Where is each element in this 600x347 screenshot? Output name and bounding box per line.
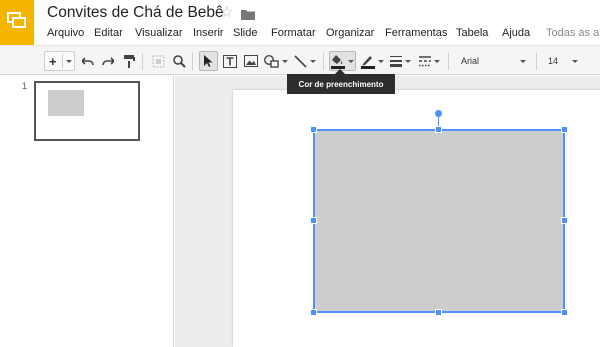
resize-handle-n[interactable] <box>435 126 442 133</box>
toolbar-separator <box>192 53 193 70</box>
slide-number: 1 <box>22 81 28 91</box>
resize-handle-ne[interactable] <box>561 126 568 133</box>
document-title[interactable]: Convites de Chá de Bebê <box>47 4 224 22</box>
slide-filmstrip: 1 <box>0 76 174 347</box>
menu-ferramentas[interactable]: Ferramentas <box>385 27 447 39</box>
line-color-icon[interactable] <box>360 51 384 71</box>
fill-color-tooltip: Cor de preenchimento <box>287 74 395 94</box>
menu-editar[interactable]: Editar <box>94 27 123 39</box>
slides-logo-icon[interactable] <box>0 0 34 45</box>
font-family-select[interactable]: Arial <box>455 51 530 71</box>
thumbnail-shape <box>48 90 84 116</box>
resize-handle-e[interactable] <box>561 217 568 224</box>
line-icon[interactable] <box>292 51 318 71</box>
save-status[interactable]: Todas as al <box>546 27 600 39</box>
font-size-value: 14 <box>548 56 559 66</box>
resize-handle-s[interactable] <box>435 309 442 316</box>
toolbar: + Arial 14 <box>0 45 600 75</box>
undo-icon[interactable] <box>80 51 96 71</box>
select-icon[interactable] <box>150 51 166 71</box>
menu-inserir[interactable]: Inserir <box>193 27 224 39</box>
menu-ajuda[interactable]: Ajuda <box>502 27 530 39</box>
font-family-value: Arial <box>461 56 480 66</box>
menu-visualizar[interactable]: Visualizar <box>135 27 183 39</box>
resize-handle-nw[interactable] <box>310 126 317 133</box>
add-label: + <box>49 53 57 69</box>
menu-slide[interactable]: Slide <box>233 27 257 39</box>
folder-icon[interactable] <box>241 7 255 25</box>
toolbar-separator <box>323 53 324 70</box>
resize-handle-se[interactable] <box>561 309 568 316</box>
slide-thumbnail[interactable] <box>34 81 140 141</box>
zoom-icon[interactable] <box>171 51 187 71</box>
line-weight-icon[interactable] <box>388 51 412 71</box>
selected-rectangle-shape[interactable] <box>313 129 565 313</box>
redo-icon[interactable] <box>100 51 116 71</box>
image-icon[interactable] <box>242 51 259 71</box>
shape-icon[interactable] <box>263 51 288 71</box>
fill-color-icon[interactable] <box>329 51 356 71</box>
star-icon[interactable]: ☆ <box>220 3 233 21</box>
menu-organizar[interactable]: Organizar <box>326 27 374 39</box>
rotation-handle[interactable] <box>435 110 442 117</box>
new-slide-button[interactable]: + <box>44 51 75 71</box>
menu-formatar[interactable]: Formatar <box>271 27 316 39</box>
resize-handle-w[interactable] <box>310 217 317 224</box>
toolbar-separator <box>536 53 537 70</box>
toolbar-separator <box>142 53 143 70</box>
menu-tabela[interactable]: Tabela <box>456 27 488 39</box>
toolbar-separator <box>448 53 449 70</box>
line-dash-icon[interactable] <box>417 51 442 71</box>
menu-arquivo[interactable]: Arquivo <box>47 27 84 39</box>
font-size-select[interactable]: 14 <box>542 51 582 71</box>
resize-handle-sw[interactable] <box>310 309 317 316</box>
cursor-icon[interactable] <box>199 51 218 71</box>
text-box-icon[interactable] <box>221 51 238 71</box>
paint-format-icon[interactable] <box>121 51 137 71</box>
